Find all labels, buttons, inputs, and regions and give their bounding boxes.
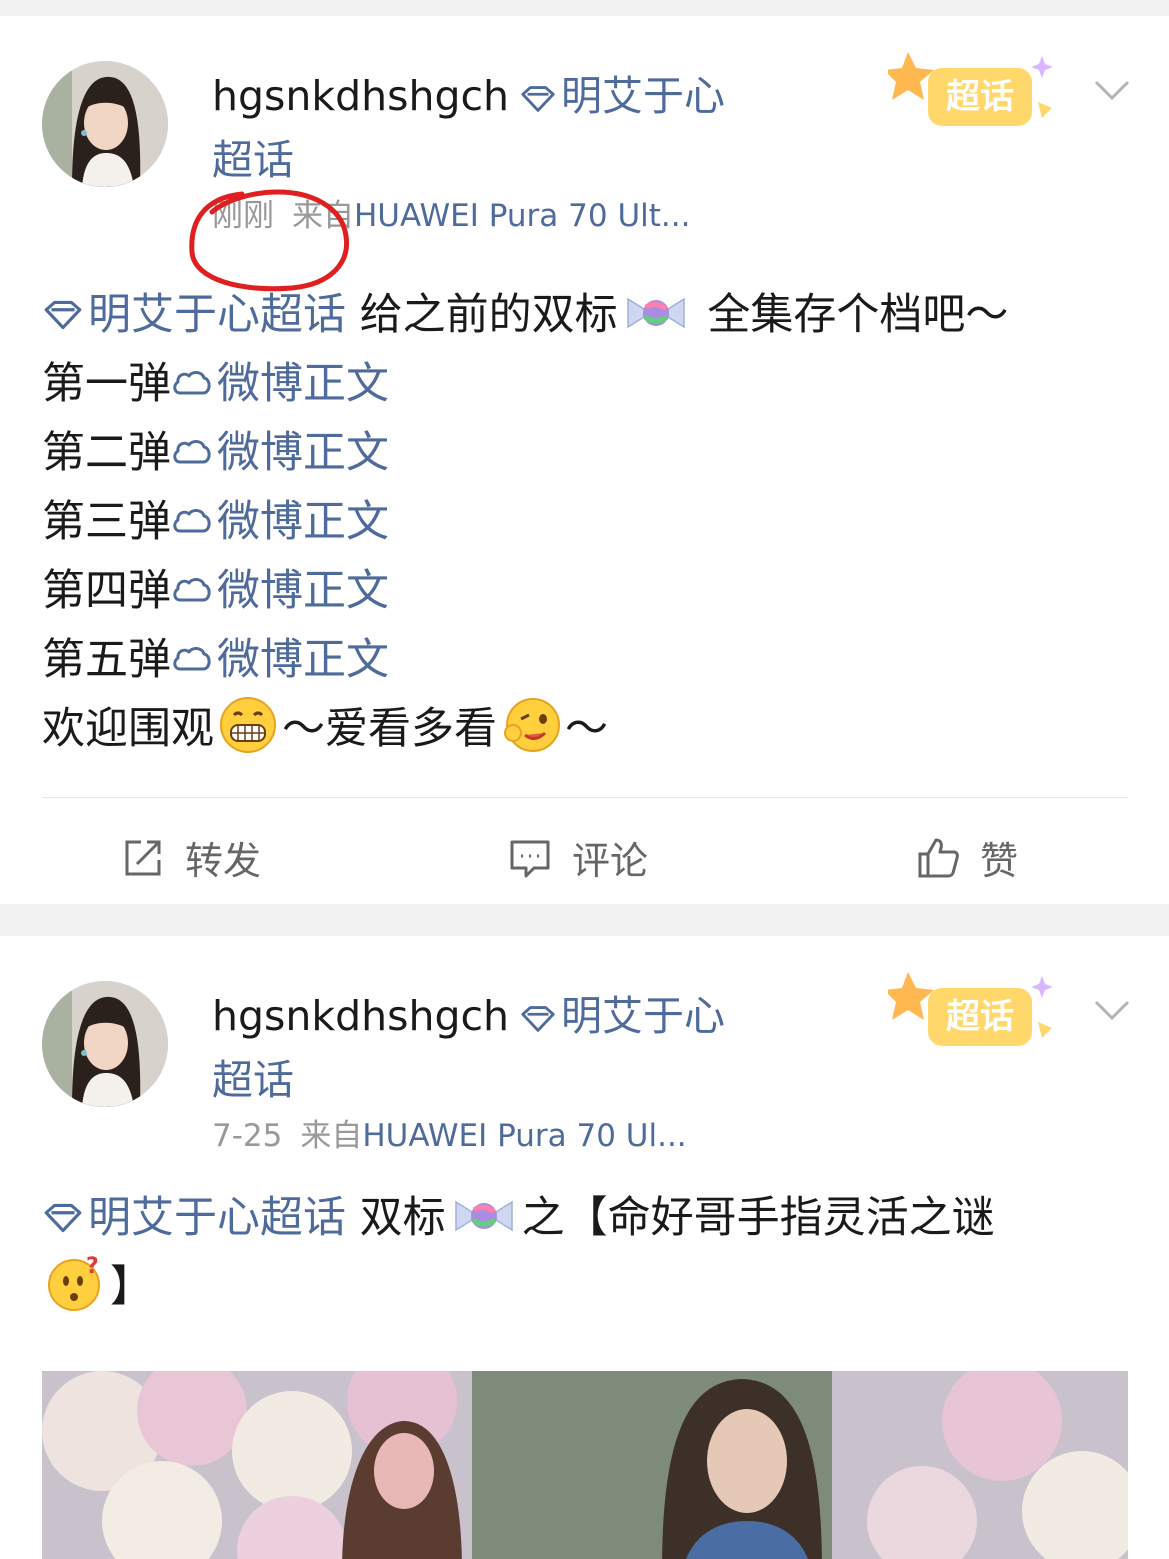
super-topic-name-cont[interactable]: 超话 <box>212 1056 294 1104</box>
super-topic-name[interactable]: 明艾于心 <box>561 72 725 120</box>
body-text-end: 】 <box>110 1262 153 1312</box>
super-topic-name[interactable]: 明艾于心 <box>561 992 725 1040</box>
post-header: hgsnkdhshgch 明艾于心 超话 <box>212 984 772 1112</box>
list-item: 第三弹 微博正文 <box>42 488 1132 557</box>
badge-label: 超话 <box>946 997 1014 1037</box>
weibo-link[interactable]: 微博正文 <box>217 497 389 547</box>
item-label: 第一弹 <box>42 359 171 409</box>
super-topic-badge[interactable]: 超话 <box>888 962 1078 1062</box>
body-line: 明艾于心超话 双标 之【命好哥手指灵活之谜 <box>42 1184 1132 1253</box>
grin-emoji-icon <box>218 695 278 755</box>
diamond-icon <box>519 988 557 1018</box>
comment-icon <box>510 840 550 877</box>
cloud-link-icon <box>171 628 213 662</box>
diamond-icon <box>519 68 557 98</box>
comment-label: 评论 <box>572 839 649 883</box>
thinking-emoji-icon <box>46 1253 106 1313</box>
cloud-link-icon <box>171 352 213 386</box>
cloud-link-icon <box>171 559 213 593</box>
post-header: hgsnkdhshgch 明艾于心 超话 <box>212 64 772 192</box>
closing-text-end: ～ <box>565 704 608 754</box>
repost-button[interactable]: 转发 <box>121 811 261 904</box>
post-body: 明艾于心超话 给之前的双标 全集存个档吧～ 第一弹 微博正文 第二弹 微博正文 第三… <box>42 281 1132 764</box>
closing-text: 欢迎围观 <box>42 704 214 754</box>
like-button[interactable]: 赞 <box>916 811 1018 904</box>
body-text: 双标 <box>346 1193 446 1243</box>
post-meta: 刚刚 来自HUAWEI Pura 70 Ult... <box>212 196 772 236</box>
closing-line: 欢迎围观 ～爱看多看 ～ <box>42 695 1132 764</box>
weibo-link[interactable]: 微博正文 <box>217 635 389 685</box>
action-bar: 转发 评论 赞 <box>0 811 1169 904</box>
item-label: 第二弹 <box>42 428 171 478</box>
body-text-cont: 之【命好哥手指灵活之谜 <box>521 1193 995 1243</box>
device-source[interactable]: HUAWEI Pura 70 Ul... <box>362 1118 686 1154</box>
topic-link[interactable]: 明艾于心超话 <box>88 290 346 340</box>
intro-text-end: 全集存个档吧～ <box>693 290 1009 340</box>
closing-text-mid: ～爱看多看 <box>282 704 497 754</box>
list-item: 第五弹 微博正文 <box>42 626 1132 695</box>
candy-icon <box>624 287 688 331</box>
super-topic-name-cont[interactable]: 超话 <box>212 136 294 184</box>
avatar[interactable] <box>42 61 168 187</box>
username[interactable]: hgsnkdhshgch <box>212 72 509 120</box>
list-item: 第一弹 微博正文 <box>42 350 1132 419</box>
repost-icon <box>125 840 161 875</box>
super-topic-badge[interactable]: 超话 <box>888 42 1078 142</box>
cloud-link-icon <box>171 490 213 524</box>
chevron-down-icon[interactable] <box>1090 74 1134 106</box>
avatar[interactable] <box>42 981 168 1107</box>
cloud-link-icon <box>171 421 213 455</box>
username[interactable]: hgsnkdhshgch <box>212 992 509 1040</box>
post-card: hgsnkdhshgch 明艾于心 超话 刚刚 来自HUAWEI Pura 70 U… <box>0 16 1169 904</box>
comment-button[interactable]: 评论 <box>508 811 648 904</box>
diamond-icon <box>42 283 84 315</box>
post-body: 明艾于心超话 双标 之【命好哥手指灵活之谜 】 <box>42 1184 1132 1322</box>
device-source[interactable]: HUAWEI Pura 70 Ult... <box>354 198 690 234</box>
item-label: 第五弹 <box>42 635 171 685</box>
list-item: 第二弹 微博正文 <box>42 419 1132 488</box>
source-prefix: 来自 <box>300 1118 363 1154</box>
wink-emoji-icon <box>501 695 561 755</box>
like-label: 赞 <box>980 839 1019 883</box>
post-time: 7-25 <box>212 1118 283 1154</box>
topic-link[interactable]: 明艾于心超话 <box>88 1193 346 1243</box>
body-line: 】 <box>42 1253 1132 1322</box>
post-time: 刚刚 <box>212 198 274 234</box>
thumbs-up-icon <box>918 838 959 877</box>
weibo-link[interactable]: 微博正文 <box>217 566 389 616</box>
diamond-icon <box>42 1186 84 1218</box>
weibo-link[interactable]: 微博正文 <box>217 359 389 409</box>
source-prefix: 来自 <box>292 198 354 234</box>
divider <box>42 797 1128 798</box>
item-label: 第四弹 <box>42 566 171 616</box>
item-label: 第三弹 <box>42 497 171 547</box>
list-item: 第四弹 微博正文 <box>42 557 1132 626</box>
chevron-down-icon[interactable] <box>1090 994 1134 1026</box>
post-card: hgsnkdhshgch 明艾于心 超话 7-25 来自HUAWEI Pura 70… <box>0 936 1169 1559</box>
intro-text: 给之前的双标 <box>346 290 618 340</box>
candy-icon <box>452 1190 516 1234</box>
video-thumbnail[interactable] <box>42 1371 1128 1559</box>
weibo-link[interactable]: 微博正文 <box>217 428 389 478</box>
intro-line: 明艾于心超话 给之前的双标 全集存个档吧～ <box>42 281 1132 350</box>
repost-label: 转发 <box>185 839 262 883</box>
badge-label: 超话 <box>946 77 1014 117</box>
post-meta: 7-25 来自HUAWEI Pura 70 Ul... <box>212 1116 772 1156</box>
